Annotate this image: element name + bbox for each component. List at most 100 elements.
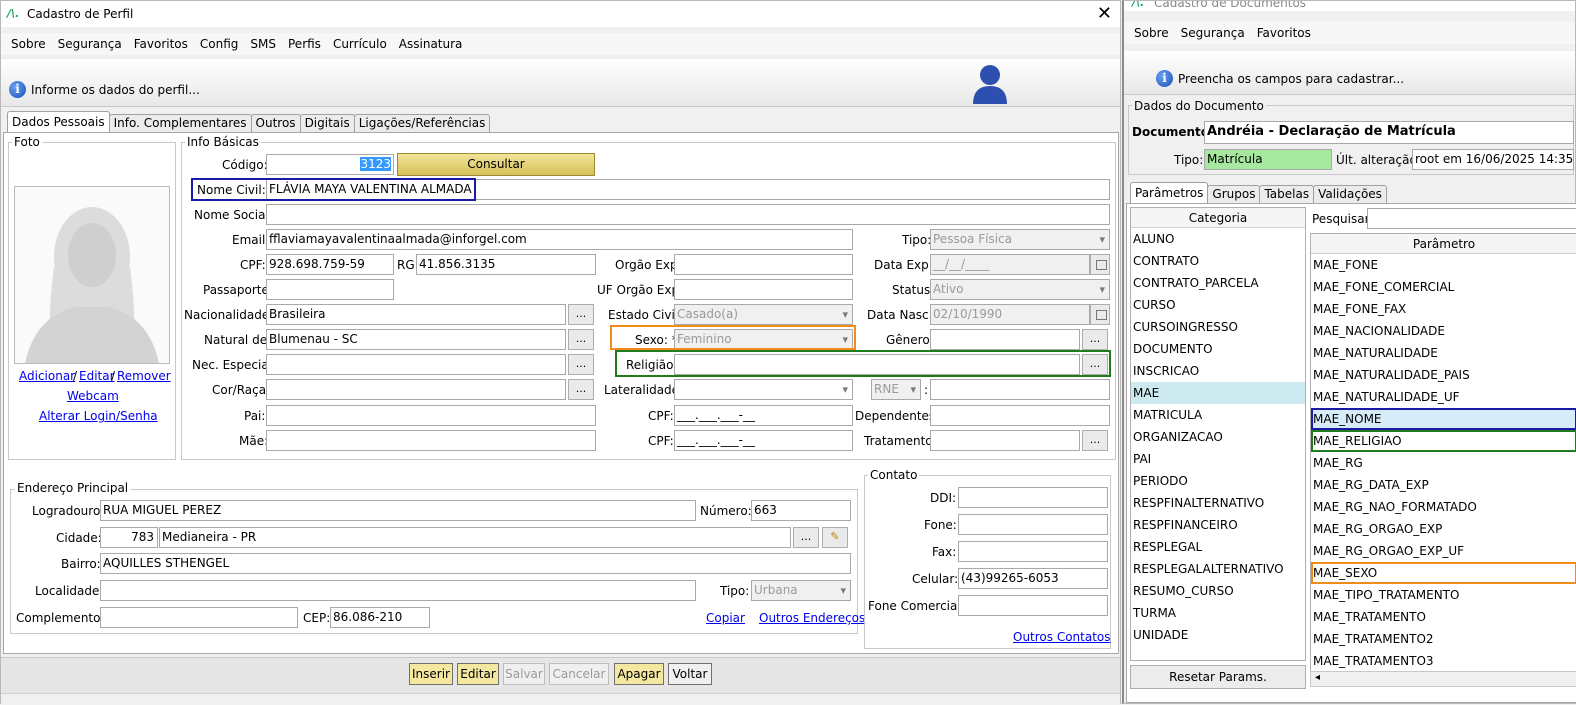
tab-ligacoes[interactable]: Ligações/Referências <box>353 114 491 133</box>
categoria-item-contrato[interactable]: CONTRATO <box>1131 250 1305 272</box>
email-input[interactable]: fflaviamayavalentinaalmada@inforgel.com <box>266 229 853 250</box>
tab-outros[interactable]: Outros <box>250 114 301 133</box>
pai-cpf-input[interactable]: ___.___.___-__ <box>674 405 853 426</box>
inserir-button[interactable]: Inserir <box>409 663 453 685</box>
apagar-button[interactable]: Apagar <box>614 663 664 685</box>
rne-select[interactable]: RNE <box>871 379 921 400</box>
parametro-item-mae_tipo_tratamento[interactable]: MAE_TIPO_TRATAMENTO <box>1311 584 1576 606</box>
editar-foto-link[interactable]: Editar <box>79 369 115 383</box>
parametro-item-mae_naturalidade_uf[interactable]: MAE_NATURALIDADE_UF <box>1311 386 1576 408</box>
tab-digitais[interactable]: Digitais <box>299 114 355 133</box>
parametro-item-mae_religiao[interactable]: MAE_RELIGIAO <box>1311 430 1576 452</box>
tab-validacoes[interactable]: Validações <box>1313 185 1387 204</box>
mae-cpf-input[interactable]: ___.___.___-__ <box>674 430 853 451</box>
nome-social-input[interactable] <box>266 204 1110 225</box>
parametro-item-mae_fone[interactable]: MAE_FONE <box>1311 254 1576 276</box>
nome-civil-input[interactable]: FLÁVIA MAYA VALENTINA ALMADA <box>266 179 1110 200</box>
tab-dados-pessoais[interactable]: Dados Pessoais <box>7 111 110 133</box>
categoria-item-resplegal[interactable]: RESPLEGAL <box>1131 536 1305 558</box>
status-select[interactable]: Ativo <box>930 279 1110 300</box>
menu-seguranca[interactable]: Segurança <box>52 33 128 55</box>
cep-input[interactable]: 86.086-210 <box>330 607 430 628</box>
endereco-tipo-select[interactable]: Urbana <box>751 580 851 601</box>
salvar-button[interactable]: Salvar <box>503 663 545 685</box>
tab-tabelas[interactable]: Tabelas <box>1259 185 1315 204</box>
categoria-item-unidade[interactable]: UNIDADE <box>1131 624 1305 646</box>
menu-assinatura[interactable]: Assinatura <box>393 33 469 55</box>
categoria-item-inscricao[interactable]: INSCRICAO <box>1131 360 1305 382</box>
categoria-item-resumo_curso[interactable]: RESUMO_CURSO <box>1131 580 1305 602</box>
parametro-item-mae_sexo[interactable]: MAE_SEXO <box>1311 562 1576 584</box>
parametro-item-mae_rg_nao_formatado[interactable]: MAE_RG_NAO_FORMATADO <box>1311 496 1576 518</box>
adicionar-link[interactable]: Adicionar <box>19 369 75 383</box>
menu-perfis[interactable]: Perfis <box>282 33 327 55</box>
cpf-input[interactable]: 928.698.759-59 <box>266 254 394 275</box>
parametro-item-mae_nome[interactable]: MAE_NOME <box>1311 408 1576 430</box>
categoria-item-respfinalternativo[interactable]: RESPFINALTERNATIVO <box>1131 492 1305 514</box>
cidade-code-input[interactable]: 783 <box>100 527 158 548</box>
rne-input[interactable] <box>930 379 1110 400</box>
parametro-hscrollbar[interactable]: ◂ <box>1310 671 1576 687</box>
tab-parametros[interactable]: Parâmetros <box>1130 182 1209 204</box>
data-nasc-calendar-icon[interactable] <box>1090 304 1110 325</box>
categoria-item-organizacao[interactable]: ORGANIZACAO <box>1131 426 1305 448</box>
scroll-left-icon[interactable]: ◂ <box>1315 672 1320 683</box>
remover-foto-link[interactable]: Remover <box>117 369 171 383</box>
tratamento-input[interactable] <box>930 430 1080 451</box>
dependentes-input[interactable] <box>930 405 1110 426</box>
data-exp-input[interactable]: __/__/____ <box>930 254 1090 275</box>
categoria-item-aluno[interactable]: ALUNO <box>1131 228 1305 250</box>
menu-sobre[interactable]: Sobre <box>5 33 52 55</box>
parametro-item-mae_naturalidade_pais[interactable]: MAE_NATURALIDADE_PAIS <box>1311 364 1576 386</box>
cidade-lookup-button[interactable]: ... <box>793 527 819 548</box>
doc-menu-seguranca[interactable]: Segurança <box>1175 22 1251 44</box>
logradouro-input[interactable]: RUA MIGUEL PEREZ <box>100 500 696 521</box>
doc-menu-favoritos[interactable]: Favoritos <box>1251 22 1317 44</box>
pai-input[interactable] <box>266 405 596 426</box>
categoria-item-pai[interactable]: PAI <box>1131 448 1305 470</box>
cancelar-button[interactable]: Cancelar <box>549 663 609 685</box>
parametro-item-mae_rg[interactable]: MAE_RG <box>1311 452 1576 474</box>
parametro-item-mae_fone_fax[interactable]: MAE_FONE_FAX <box>1311 298 1576 320</box>
categoria-item-cursoingresso[interactable]: CURSOINGRESSO <box>1131 316 1305 338</box>
outros-contatos-link[interactable]: Outros Contatos <box>1013 630 1111 644</box>
doc-tipo-input[interactable]: Matrícula <box>1204 149 1332 170</box>
data-nasc-input[interactable]: 02/10/1990 <box>930 304 1090 325</box>
categoria-item-contrato_parcela[interactable]: CONTRATO_PARCELA <box>1131 272 1305 294</box>
mae-input[interactable] <box>266 430 596 451</box>
categoria-item-resplegalalternativo[interactable]: RESPLEGALALTERNATIVO <box>1131 558 1305 580</box>
lateralidade-select[interactable] <box>674 379 853 400</box>
resetar-params-button[interactable]: Resetar Params. <box>1130 665 1306 689</box>
parametro-item-mae_naturalidade[interactable]: MAE_NATURALIDADE <box>1311 342 1576 364</box>
ult-alteracao-input[interactable]: root em 16/06/2025 14:35 <box>1412 149 1574 170</box>
orgao-exp-input[interactable] <box>674 254 853 275</box>
menu-favoritos[interactable]: Favoritos <box>128 33 194 55</box>
parametro-item-mae_tratamento3[interactable]: MAE_TRATAMENTO3 <box>1311 650 1576 672</box>
copiar-link[interactable]: Copiar <box>706 611 745 625</box>
cidade-edit-icon[interactable]: ✎ <box>822 527 848 548</box>
celular-input[interactable]: (43)99265-6053 <box>958 568 1108 589</box>
doc-menu-sobre[interactable]: Sobre <box>1128 22 1175 44</box>
fax-input[interactable] <box>958 541 1108 562</box>
categoria-item-turma[interactable]: TURMA <box>1131 602 1305 624</box>
cidade-input[interactable]: Medianeira - PR <box>159 527 791 548</box>
sexo-select[interactable]: Feminino <box>674 329 853 350</box>
tab-grupos[interactable]: Grupos <box>1207 185 1261 204</box>
uf-orgao-input[interactable] <box>674 279 853 300</box>
alterar-login-link[interactable]: Alterar Login/Senha <box>39 409 158 423</box>
religiao-lookup-button[interactable]: ... <box>1082 354 1108 375</box>
webcam-link[interactable]: Webcam <box>67 389 119 403</box>
categoria-item-matricula[interactable]: MATRICULA <box>1131 404 1305 426</box>
parametro-item-mae_rg_orgao_exp_uf[interactable]: MAE_RG_ORGAO_EXP_UF <box>1311 540 1576 562</box>
ddi-input[interactable] <box>958 487 1108 508</box>
localidade-input[interactable] <box>100 580 696 601</box>
complemento-input[interactable] <box>100 607 298 628</box>
pesquisar-input[interactable] <box>1367 208 1576 229</box>
close-icon[interactable]: ✕ <box>1097 3 1112 24</box>
parametro-item-mae_fone_comercial[interactable]: MAE_FONE_COMERCIAL <box>1311 276 1576 298</box>
categoria-item-respfinanceiro[interactable]: RESPFINANCEIRO <box>1131 514 1305 536</box>
outros-enderecos-link[interactable]: Outros Endereços <box>759 611 865 625</box>
menu-config[interactable]: Config <box>194 33 245 55</box>
data-exp-calendar-icon[interactable] <box>1090 254 1110 275</box>
fone-comercial-input[interactable] <box>958 595 1108 616</box>
